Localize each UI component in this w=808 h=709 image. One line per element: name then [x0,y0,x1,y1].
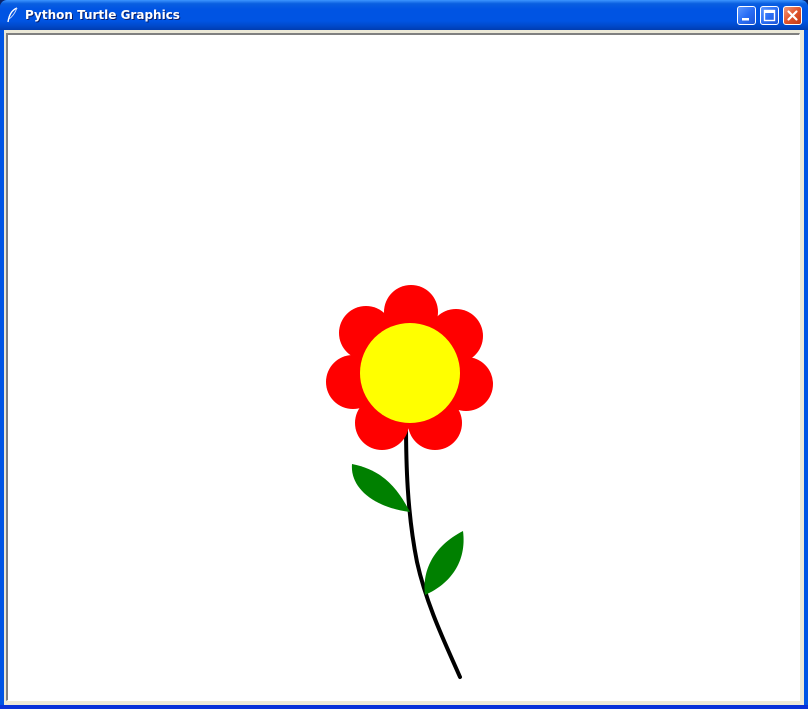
minimize-icon [742,18,749,21]
title-bar[interactable]: Python Turtle Graphics [0,0,808,30]
close-icon [787,10,798,21]
minimize-button[interactable] [737,6,756,25]
maximize-button[interactable] [760,6,779,25]
turtle-canvas[interactable] [8,35,799,700]
close-button[interactable] [783,6,802,25]
turtle-canvas-frame [6,33,800,701]
window-title: Python Turtle Graphics [25,8,180,22]
feather-icon [7,7,18,23]
app-window: Python Turtle Graphics [0,0,808,709]
maximize-icon [763,9,776,22]
flower-leaf-upper [351,464,410,512]
flower-center [360,323,460,423]
window-bottom-border [0,705,808,709]
flower-drawing [326,285,493,679]
window-client-area [4,30,804,705]
flower-leaf-lower [424,531,464,595]
